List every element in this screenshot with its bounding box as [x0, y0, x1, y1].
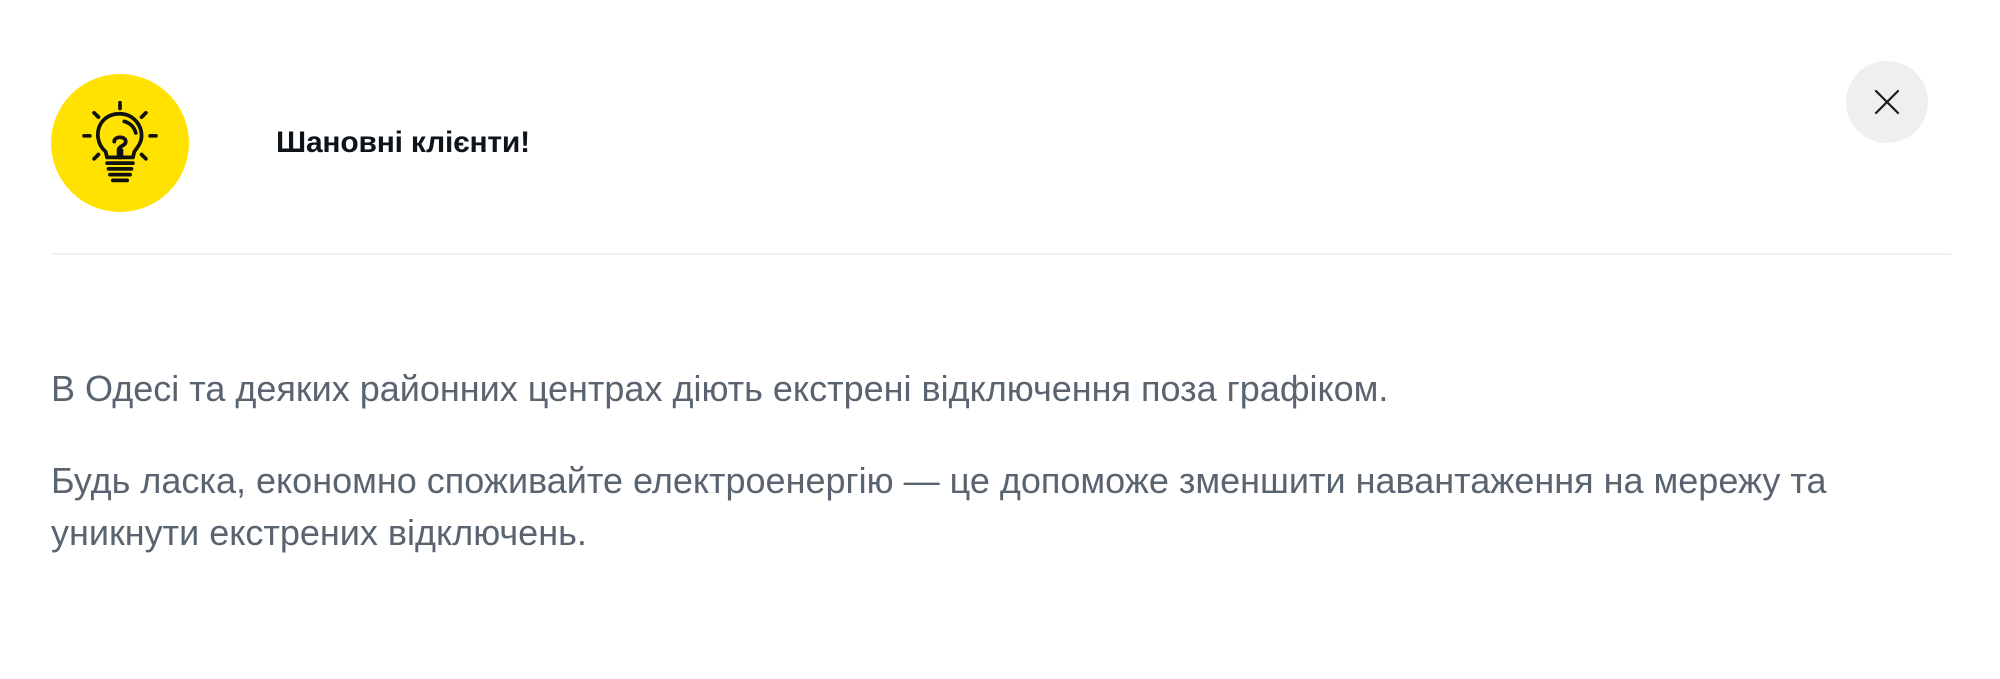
lightbulb-icon	[82, 100, 158, 183]
header-divider	[51, 253, 1951, 255]
notice-title: Шановні клієнти!	[276, 126, 530, 159]
notice-paragraph-save-energy: Будь ласка, економно споживайте електрое…	[51, 460, 1827, 553]
notice-body: В Одесі та деяких районних центрах діють…	[51, 363, 1911, 559]
notice-paragraph-outages: В Одесі та деяких районних центрах діють…	[51, 368, 1389, 409]
close-icon	[1874, 89, 1900, 115]
close-button[interactable]	[1846, 61, 1928, 143]
notice-header: Шановні клієнти!	[51, 74, 1951, 212]
notice-icon-badge	[51, 74, 189, 212]
notice-modal: Шановні клієнти! В Одесі та деяких район…	[0, 0, 2000, 679]
